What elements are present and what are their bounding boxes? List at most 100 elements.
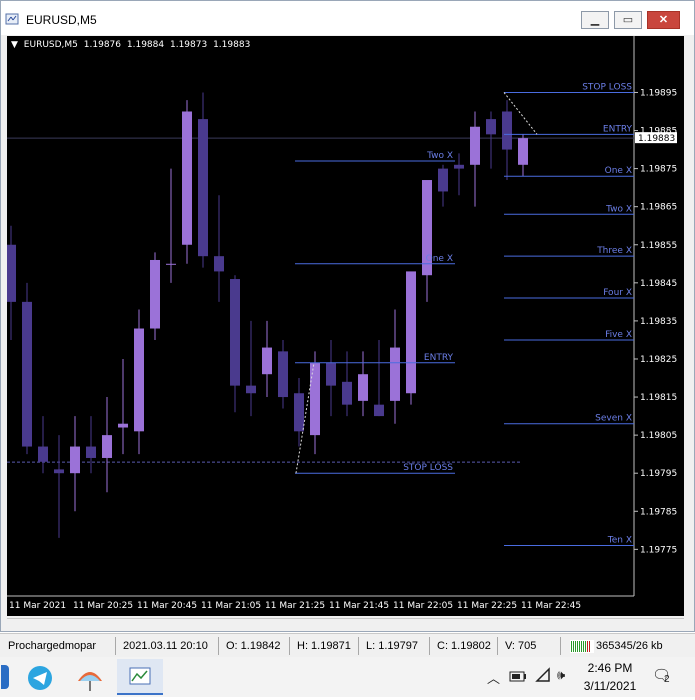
candle-body: [326, 362, 336, 386]
connection-bar: [573, 641, 574, 652]
status-datetime: 2021.03.11 20:10: [123, 640, 208, 652]
maximize-button[interactable]: ▭: [614, 11, 642, 29]
trade-level-label: Five X: [605, 330, 632, 340]
x-tick-label: 11 Mar 21:25: [265, 601, 325, 611]
paint-app-icon[interactable]: [70, 659, 110, 695]
candle-body: [54, 469, 64, 474]
wifi-icon[interactable]: [535, 667, 553, 685]
tray-expand-icon[interactable]: ︿: [487, 668, 500, 687]
candle-body: [358, 374, 368, 401]
header-high: 1.19884: [126, 40, 165, 50]
y-tick-label: 1.19875: [640, 165, 677, 175]
x-tick-label: 11 Mar 21:05: [201, 601, 261, 611]
connection-bars-icon[interactable]: [570, 640, 594, 653]
connection-bar: [577, 641, 578, 652]
y-tick-label: 1.19805: [640, 431, 677, 441]
candle-body: [86, 446, 96, 458]
trade-level-label: Three X: [596, 246, 632, 256]
trade-level-label: Four X: [603, 288, 632, 298]
candle-body: [230, 279, 240, 386]
connection-bar: [571, 641, 572, 652]
notification-count: 2: [664, 674, 670, 685]
x-tick-label: 11 Mar 2021: [9, 601, 66, 611]
candle-body: [486, 119, 496, 135]
y-tick-label: 1.19865: [640, 203, 677, 213]
telegram-icon[interactable]: [20, 659, 60, 695]
status-separator: [560, 637, 561, 655]
connection-bar: [579, 641, 580, 652]
title-bar[interactable]: EURUSD,M5 ▁ ▭ ✕: [1, 1, 694, 35]
candle-body: [70, 446, 80, 474]
header-open: 1.19876: [83, 40, 122, 50]
status-open: O: 1.19842: [226, 640, 281, 652]
candle-body: [118, 423, 128, 428]
connection-bar: [575, 641, 576, 652]
candle-body: [22, 301, 32, 447]
trade-level-label: One X: [605, 166, 632, 176]
volume-icon[interactable]: 🕪: [557, 667, 565, 683]
candle-body: [262, 347, 272, 375]
candle-body: [470, 126, 480, 165]
y-tick-label: 1.19835: [640, 317, 677, 327]
y-tick-label: 1.19825: [640, 355, 677, 365]
status-separator: [358, 637, 359, 655]
minimize-button[interactable]: ▁: [581, 11, 609, 29]
trade-level-label: Two X: [605, 204, 632, 214]
status-account: Prochargedmopar: [8, 640, 97, 652]
y-tick-label: 1.19845: [640, 279, 677, 289]
candle-body: [166, 263, 176, 265]
chart-header: ▼ EURUSD,M5 1.19876 1.19884 1.19873 1.19…: [11, 40, 253, 50]
clock-date[interactable]: 3/11/2021: [580, 679, 640, 693]
close-button[interactable]: ✕: [647, 11, 680, 29]
x-tick-label: 11 Mar 22:05: [393, 601, 453, 611]
status-low: L: 1.19797: [366, 640, 418, 652]
status-separator: [115, 637, 116, 655]
status-high: H: 1.19871: [297, 640, 351, 652]
candle-body: [310, 362, 320, 436]
candle-body: [182, 111, 192, 245]
chart-menu-triangle-icon[interactable]: ▼: [11, 40, 18, 50]
trade-level-label: Two X: [426, 151, 453, 161]
price-chart[interactable]: 1.19895 1.19885 1.19875 1.19865 1.19855 1.198…: [7, 36, 684, 616]
connection-bar: [581, 641, 582, 652]
status-separator: [289, 637, 290, 655]
connection-bar: [585, 641, 586, 652]
x-tick-label: 11 Mar 20:25: [73, 601, 133, 611]
y-tick-label: 1.19795: [640, 469, 677, 479]
status-separator: [429, 637, 430, 655]
header-close: 1.19883: [213, 40, 251, 50]
trade-level-label: Seven X: [595, 414, 632, 424]
chart-symbol: EURUSD,M5: [23, 40, 78, 50]
trade-level-label: Ten X: [607, 536, 632, 546]
y-tick-label: 1.19855: [640, 241, 677, 251]
y-tick-label: 1.19775: [640, 545, 677, 555]
horizontal-scrollbar[interactable]: [7, 618, 684, 629]
chart-window-icon: [5, 13, 19, 25]
trade-level-label: STOP LOSS: [582, 82, 632, 92]
trade-level-label: STOP LOSS: [403, 463, 453, 473]
connection-bar: [587, 641, 588, 652]
candle-body: [7, 244, 16, 302]
connection-bar: [589, 641, 590, 652]
candle-body: [438, 168, 448, 192]
status-separator: [218, 637, 219, 655]
candle-body: [150, 259, 160, 329]
candle-body: [102, 435, 112, 458]
candle-body: [406, 271, 416, 394]
trade-level-label: One X: [426, 254, 453, 264]
candle-body: [342, 381, 352, 405]
y-tick-label: 1.19785: [640, 507, 677, 517]
candle-body: [374, 404, 384, 417]
candle-body: [454, 164, 464, 169]
terminal-window: EURUSD,M5 ▁ ▭ ✕ 1.19895 1.19885 1.19875 1.1…: [0, 0, 695, 632]
status-separator: [497, 637, 498, 655]
battery-icon[interactable]: [508, 668, 528, 684]
header-low: 1.19873: [169, 40, 208, 50]
status-volume: V: 705: [505, 640, 537, 652]
metatrader-app-icon[interactable]: [117, 659, 163, 695]
candle-body: [294, 393, 304, 432]
candle-body: [38, 446, 48, 462]
y-tick-label: 1.19815: [640, 393, 677, 403]
x-tick-label: 11 Mar 21:45: [329, 601, 389, 611]
clock-time[interactable]: 2:46 PM: [582, 661, 638, 675]
